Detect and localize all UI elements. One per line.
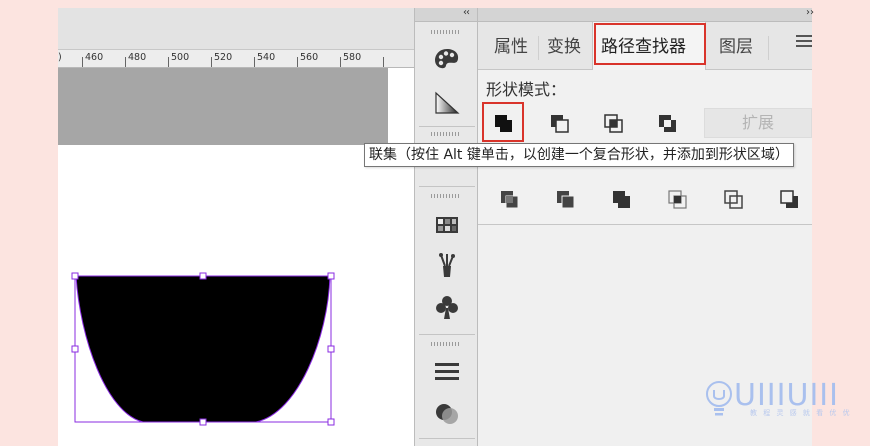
panel-icon-dock: ‹‹: [414, 7, 478, 446]
intersect-button[interactable]: [596, 108, 630, 138]
shape-modes-label: 形状模式：: [486, 80, 567, 99]
panel-topbar: ››: [478, 7, 814, 22]
unite-button[interactable]: [486, 108, 520, 138]
gradient-icon[interactable]: [433, 90, 461, 116]
expand-panel-button[interactable]: ››: [806, 7, 814, 18]
tab-divider: [538, 36, 539, 60]
dock-separator: [419, 126, 475, 127]
minus-back-button[interactable]: [772, 184, 806, 214]
dock-topbar: ‹‹: [415, 7, 477, 22]
palette-icon[interactable]: [433, 46, 461, 72]
exclude-button[interactable]: [650, 108, 684, 138]
outline-button[interactable]: [716, 184, 750, 214]
tab-properties[interactable]: 属性: [494, 32, 528, 57]
merge-button[interactable]: [604, 184, 638, 214]
panel-menu-icon[interactable]: [796, 35, 812, 49]
unite-tooltip: 联集（按住 Alt 键单击，以创建一个复合形状，并添加到形状区域）: [364, 143, 794, 167]
swatch-grid-icon[interactable]: [433, 212, 461, 238]
dock-separator: [419, 438, 475, 439]
artboard-canvas[interactable]: ) 460 480 500 520 540 560 580: [58, 8, 414, 446]
brush-icon[interactable]: [433, 252, 461, 278]
dock-grip[interactable]: [431, 194, 461, 198]
tab-layers[interactable]: 图层: [719, 32, 753, 57]
crop-button[interactable]: [660, 184, 694, 214]
tab-pathfinder-highlight: [594, 23, 706, 65]
tab-transform[interactable]: 变换: [547, 32, 581, 57]
transparency-icon[interactable]: [433, 400, 461, 426]
divide-button[interactable]: [492, 184, 526, 214]
dock-grip[interactable]: [431, 342, 461, 346]
dock-grip[interactable]: [431, 132, 461, 136]
watermark-subtitle: 教 程 灵 感 就 看 优 优: [750, 409, 852, 417]
selected-bowl-shape[interactable]: [58, 8, 414, 446]
panel-tabs: 属性 变换 路径查找器 图层: [478, 22, 812, 70]
dock-separator: [419, 334, 475, 335]
expand-button[interactable]: 扩展: [704, 108, 812, 138]
minus-front-button[interactable]: [542, 108, 576, 138]
stroke-lines-icon[interactable]: [433, 358, 461, 384]
dock-grip[interactable]: [431, 30, 461, 34]
collapse-dock-button[interactable]: ‹‹: [463, 7, 470, 18]
watermark-logo: UIIIUIII 教 程 灵 感 就 看 优 优: [704, 378, 854, 422]
lightbulb-icon: [706, 381, 732, 416]
dock-separator: [419, 186, 475, 187]
club-symbol-icon[interactable]: [433, 294, 461, 320]
trim-button[interactable]: [548, 184, 582, 214]
tab-divider: [768, 36, 769, 60]
